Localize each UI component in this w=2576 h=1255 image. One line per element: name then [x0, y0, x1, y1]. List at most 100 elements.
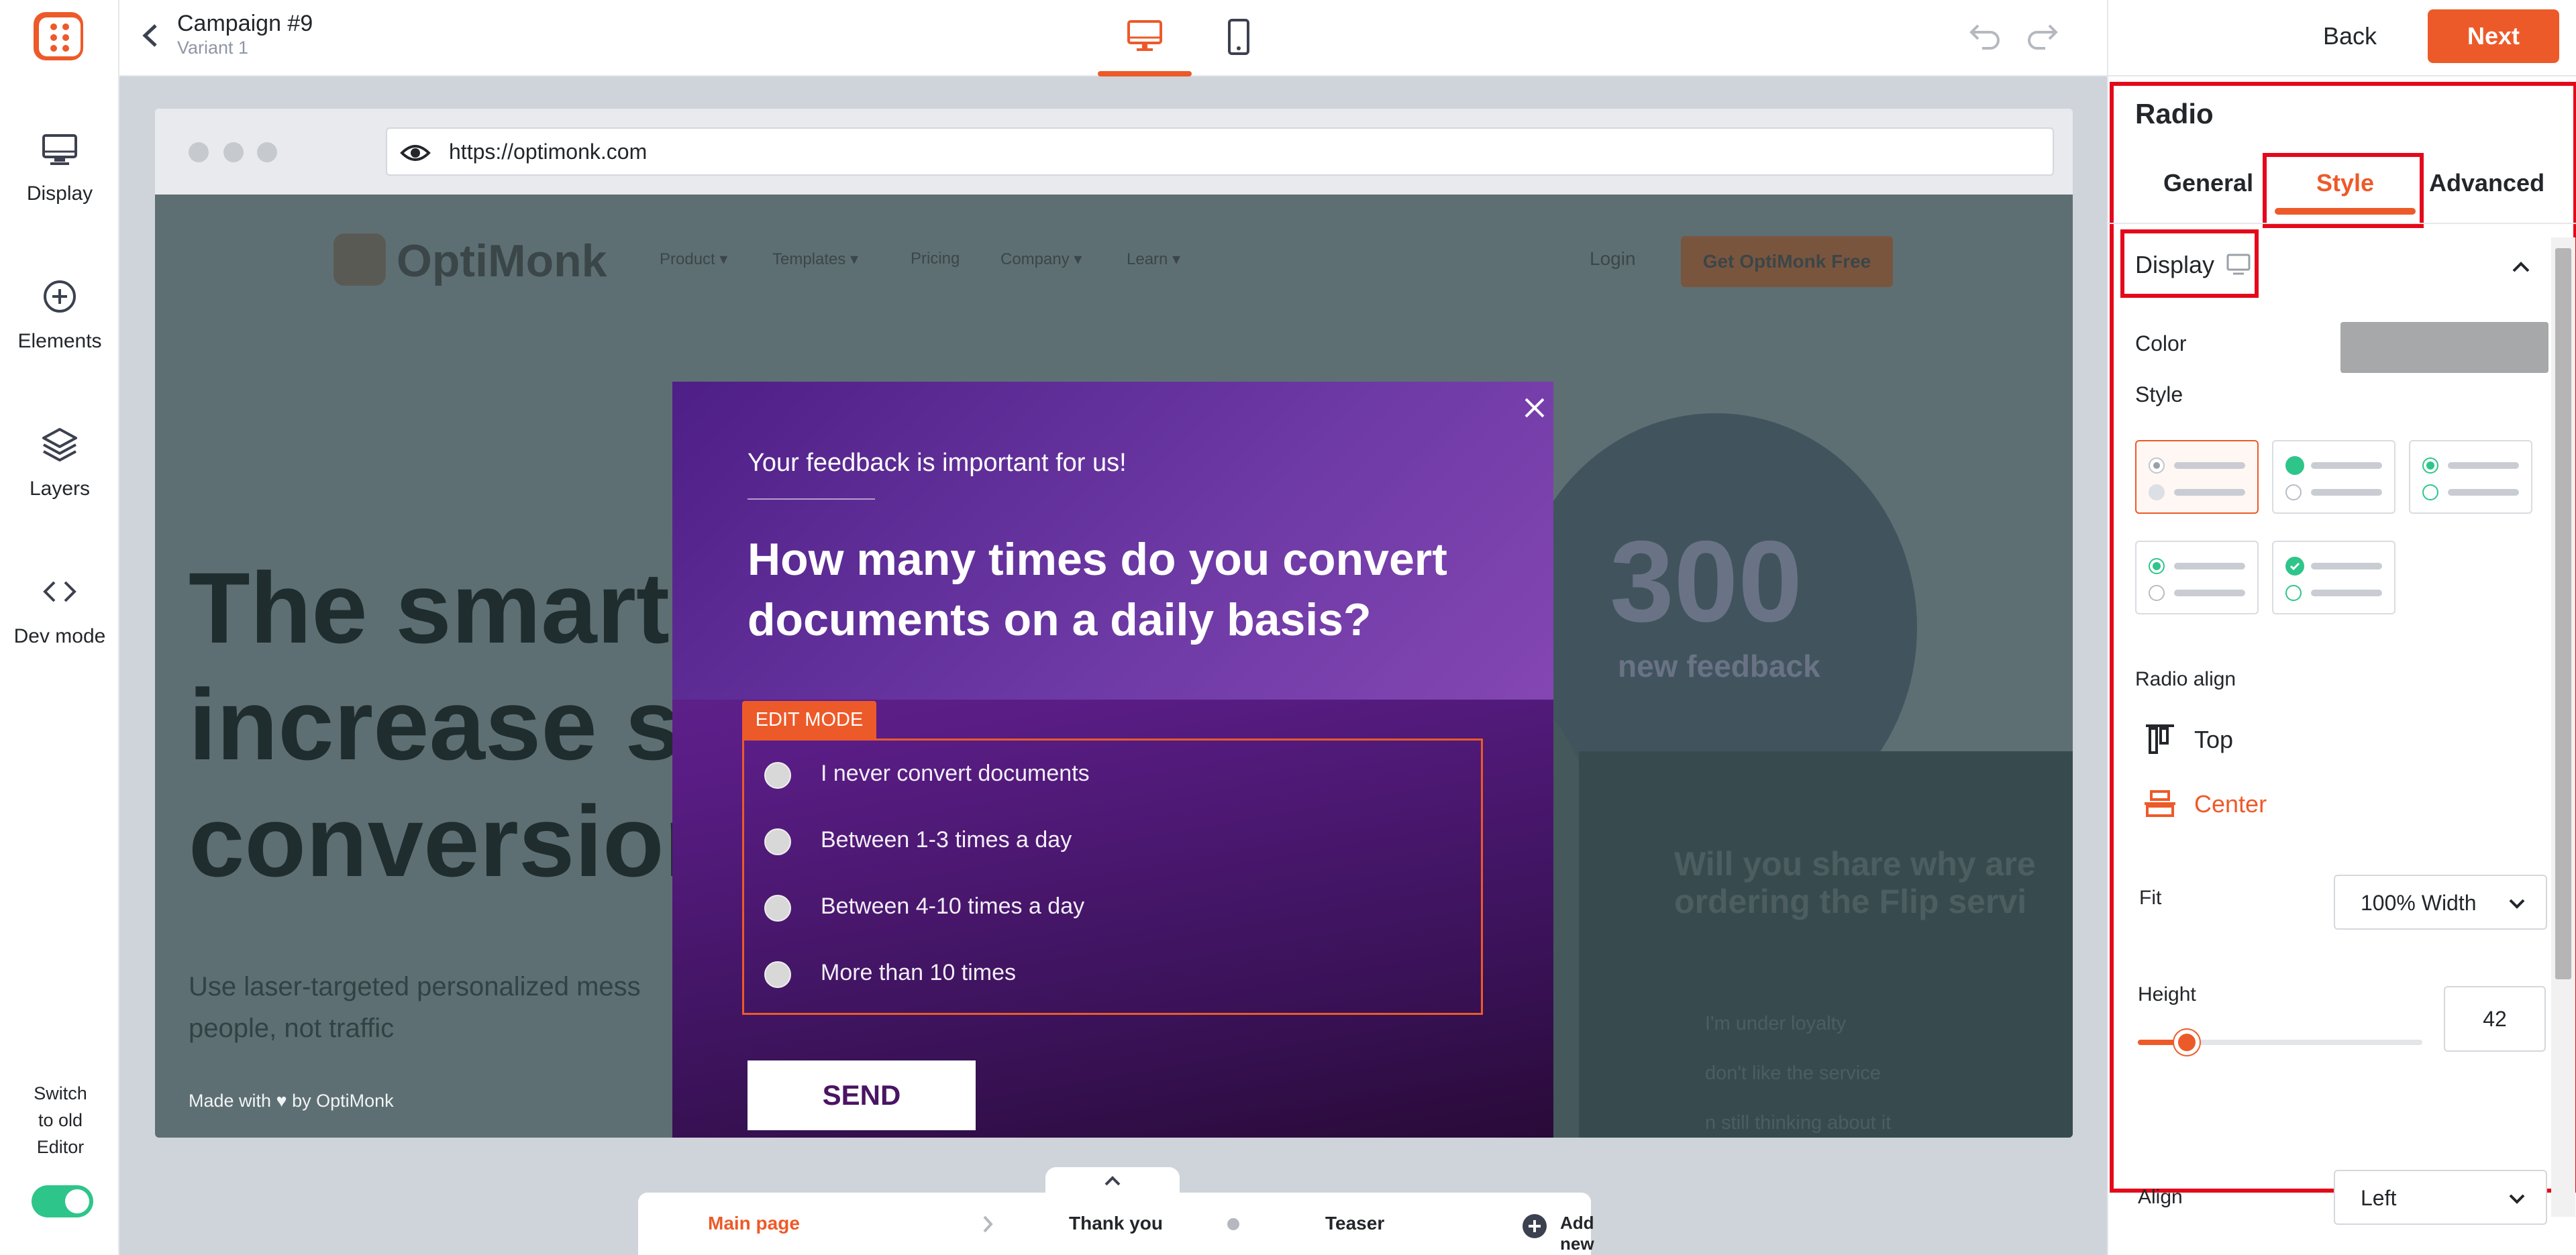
site-nav-item: Product ▾: [660, 250, 728, 268]
left-sidebar: Display Elements Layers Dev mode Switch …: [0, 0, 119, 1255]
site-logo: OptiMonk: [397, 235, 607, 286]
radio-style-option[interactable]: [2272, 440, 2395, 514]
window-dot: [223, 142, 244, 162]
campaign-title: Campaign #9: [177, 11, 313, 36]
chevron-up-icon: [1104, 1176, 1121, 1186]
top-bar: Campaign #9 Variant 1: [119, 0, 2107, 76]
popup-subtitle[interactable]: Your feedback is important for us!: [748, 449, 1127, 478]
display-section-title[interactable]: Display: [2135, 251, 2214, 279]
optimonk-logo-icon[interactable]: [31, 11, 89, 63]
tab-general[interactable]: General: [2163, 169, 2253, 197]
monitor-icon: [42, 134, 77, 165]
sidebar-item-label: Elements: [17, 330, 102, 352]
card-question: ordering the Flip servi: [1674, 883, 2027, 920]
fit-label: Fit: [2139, 887, 2162, 909]
radio-align-label: Radio align: [2135, 668, 2236, 690]
url-bar: https://optimonk.com: [386, 127, 2054, 176]
plus-circle-icon: [44, 280, 76, 313]
radio-element[interactable]: I never convert documents Between 1-3 ti…: [742, 739, 1483, 1015]
chevron-down-icon: [2509, 1194, 2525, 1204]
popup-question[interactable]: How many times do you convert documents …: [748, 529, 1512, 650]
tab-advanced[interactable]: Advanced: [2429, 169, 2544, 197]
browser-preview: https://optimonk.com OptiMonk Product ▾ …: [155, 109, 2073, 1138]
sidebar-item-display[interactable]: Display: [0, 127, 119, 235]
edit-mode-badge: EDIT MODE: [742, 701, 876, 739]
align-top-icon: [2146, 724, 2174, 754]
site-nav-item: Company ▾: [1000, 250, 1082, 268]
page-tab-thank-you[interactable]: Thank you: [1069, 1213, 1163, 1234]
layers-icon: [42, 428, 77, 461]
color-label: Color: [2135, 331, 2187, 356]
hero-subtext: people, not traffic: [189, 1014, 395, 1043]
desktop-view-button[interactable]: [1098, 0, 1192, 76]
old-editor-toggle[interactable]: [32, 1185, 93, 1217]
panel-divider: [2108, 223, 2576, 224]
window-dot: [257, 142, 277, 162]
add-new-page-button[interactable]: Add new page: [1560, 1213, 1601, 1255]
page-tab-teaser[interactable]: Teaser: [1325, 1213, 1384, 1234]
add-circle-icon[interactable]: [1521, 1213, 1548, 1240]
site-logo-icon: [333, 233, 386, 286]
eye-icon[interactable]: [399, 138, 431, 168]
send-button[interactable]: SEND: [748, 1060, 976, 1130]
color-swatch[interactable]: [2340, 322, 2548, 373]
chevron-down-icon: [2509, 899, 2525, 909]
sidebar-item-label: Layers: [29, 478, 91, 500]
panel-scrollbar-thumb[interactable]: [2555, 248, 2571, 979]
stat-value: 300: [1610, 517, 1802, 646]
code-icon: [43, 581, 76, 602]
site-login-link: Login: [1590, 248, 1636, 269]
site-nav-item: Pricing: [911, 250, 960, 268]
sidebar-item-elements[interactable]: Elements: [0, 275, 119, 382]
radio-style-option[interactable]: [2135, 440, 2259, 514]
height-slider-handle[interactable]: [2174, 1030, 2200, 1055]
chevron-right-icon: [983, 1215, 993, 1233]
height-input[interactable]: 42: [2444, 986, 2546, 1052]
align-select[interactable]: Left: [2334, 1170, 2547, 1225]
properties-panel: Radio General Style Advanced Display Col…: [2107, 76, 2576, 1255]
variant-name: Variant 1: [177, 38, 249, 58]
align-center-icon: [2145, 790, 2175, 817]
height-label: Height: [2138, 983, 2196, 1005]
radio-style-option[interactable]: [2135, 541, 2259, 614]
style-label: Style: [2135, 382, 2183, 406]
desktop-icon: [1127, 20, 1162, 51]
hero-subtext: Use laser-targeted personalized mess: [189, 972, 641, 1001]
feedback-popup: Your feedback is important for us! How m…: [672, 382, 1553, 1138]
teaser-dot: [1227, 1218, 1239, 1230]
site-cta-button: Get OptiMonk Free: [1681, 236, 1893, 287]
card-option: don't like the service: [1705, 1062, 1881, 1084]
sidebar-item-dev-mode[interactable]: Dev mode: [0, 570, 119, 677]
site-nav-item: Templates ▾: [772, 250, 859, 268]
back-button[interactable]: Back: [2303, 16, 2397, 56]
card-option: n still thinking about it: [1705, 1112, 1892, 1134]
close-icon[interactable]: [1519, 392, 1550, 423]
mobile-view-button[interactable]: [1192, 0, 1286, 76]
made-with-label: Made with ♥ by OptiMonk: [189, 1091, 394, 1111]
radio-button[interactable]: [764, 895, 791, 922]
panel-title: Radio: [2135, 98, 2214, 129]
radio-style-option[interactable]: [2409, 440, 2532, 514]
card-question: Will you share why are: [1674, 845, 2036, 883]
chevron-left-icon[interactable]: [137, 20, 164, 51]
next-button[interactable]: Next: [2428, 9, 2559, 63]
fit-select[interactable]: 100% Width: [2334, 875, 2547, 930]
window-dot: [189, 142, 209, 162]
radio-button[interactable]: [764, 828, 791, 855]
style-tab-highlight: [2263, 153, 2424, 228]
page-tab-main[interactable]: Main page: [708, 1213, 800, 1234]
redo-icon[interactable]: [2024, 19, 2061, 52]
browser-chrome: https://optimonk.com: [155, 109, 2073, 195]
sidebar-item-layers[interactable]: Layers: [0, 423, 119, 530]
header-actions: Back Next: [2107, 0, 2576, 76]
card-option: I'm under loyalty: [1705, 1013, 1847, 1034]
desktop-icon: [2226, 254, 2251, 275]
undo-icon[interactable]: [1966, 19, 2004, 52]
chevron-up-icon[interactable]: [2511, 259, 2531, 275]
radio-button[interactable]: [764, 961, 791, 988]
stat-label: new feedback: [1618, 649, 1820, 684]
align-label: Align: [2138, 1186, 2183, 1208]
sidebar-item-label: Dev mode: [13, 625, 106, 647]
radio-button[interactable]: [764, 762, 791, 789]
radio-style-option[interactable]: [2272, 541, 2395, 614]
